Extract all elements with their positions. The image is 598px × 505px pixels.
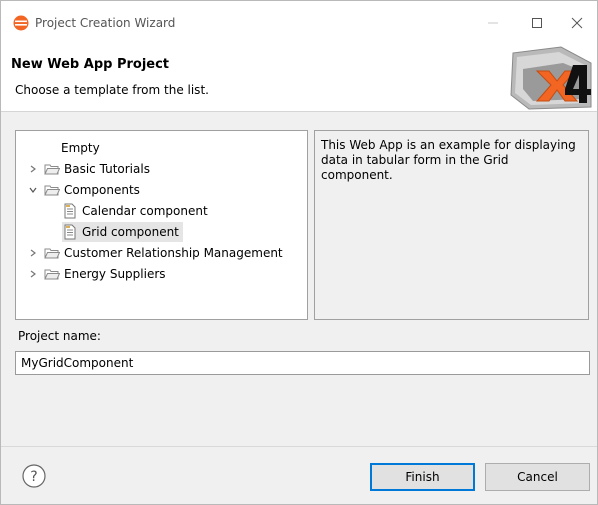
page-subtitle: Choose a template from the list.	[15, 83, 209, 97]
close-icon	[571, 17, 583, 29]
minimize-button[interactable]	[471, 9, 515, 37]
tree-item-label: Empty	[61, 141, 100, 155]
tree-item-energy-suppliers[interactable]: Energy Suppliers	[26, 264, 166, 284]
tree-item-calendar-component[interactable]: Calendar component	[62, 201, 208, 221]
wizard-window: Project Creation Wizard New Web App Proj…	[0, 0, 598, 505]
tree-item-label: Grid component	[82, 225, 179, 239]
tree-item-label: Energy Suppliers	[64, 267, 166, 281]
document-icon	[62, 224, 78, 240]
tree-item-label: Customer Relationship Management	[64, 246, 283, 260]
tree-item-basic-tutorials[interactable]: Basic Tutorials	[26, 159, 150, 179]
template-description: This Web App is an example for displayin…	[314, 130, 589, 320]
page-title: New Web App Project	[11, 57, 170, 72]
eclipse-app-icon	[13, 15, 29, 31]
tree-item-empty[interactable]: Empty	[41, 138, 100, 158]
folder-icon	[44, 245, 60, 261]
template-tree[interactable]: Empty Basic Tutorials Components Calenda…	[15, 130, 308, 320]
wizard-header: New Web App Project Choose a template fr…	[1, 43, 597, 112]
title-bar: Project Creation Wizard	[1, 1, 597, 43]
svg-text:?: ?	[30, 469, 37, 485]
tree-item-label: Basic Tutorials	[64, 162, 150, 176]
document-icon	[62, 203, 78, 219]
minimize-icon	[488, 22, 498, 24]
cancel-button[interactable]: Cancel	[485, 463, 590, 491]
maximize-icon	[532, 18, 542, 28]
project-name-input[interactable]	[15, 351, 590, 375]
chevron-right-icon[interactable]	[26, 267, 40, 281]
close-button[interactable]	[555, 9, 598, 37]
folder-open-icon	[44, 182, 60, 198]
chevron-down-icon[interactable]	[26, 183, 40, 197]
help-icon[interactable]: ?	[21, 463, 47, 489]
tree-item-components[interactable]: Components	[26, 180, 140, 200]
footer-divider	[1, 446, 597, 447]
tree-item-label: Components	[64, 183, 140, 197]
finish-button[interactable]: Finish	[370, 463, 475, 491]
folder-icon	[44, 266, 60, 282]
folder-icon	[44, 161, 60, 177]
maximize-button[interactable]	[515, 9, 559, 37]
window-title: Project Creation Wizard	[35, 16, 176, 30]
chevron-right-icon[interactable]	[26, 246, 40, 260]
chevron-right-icon[interactable]	[26, 162, 40, 176]
tree-item-label: Calendar component	[82, 204, 208, 218]
tree-item-customer-relationship-management[interactable]: Customer Relationship Management	[26, 243, 283, 263]
project-name-label: Project name:	[18, 329, 101, 343]
x4-logo-icon	[510, 46, 592, 110]
tree-item-grid-component[interactable]: Grid component	[62, 222, 183, 242]
